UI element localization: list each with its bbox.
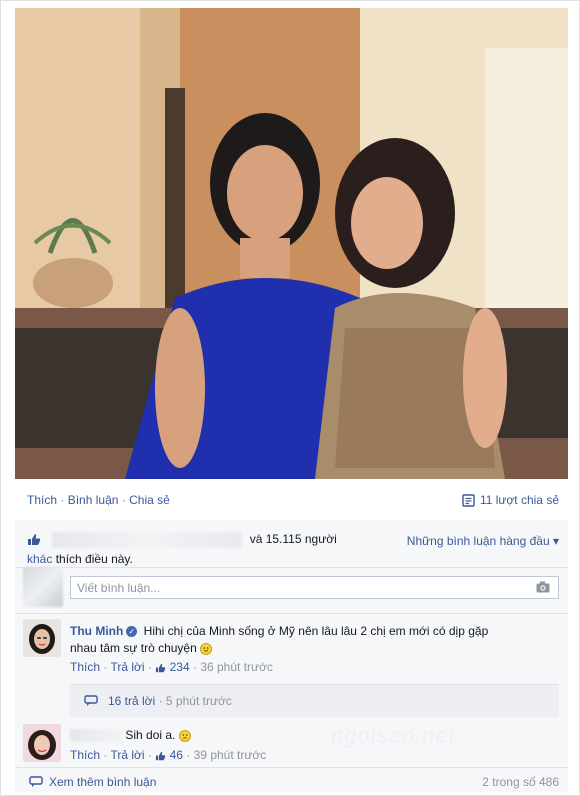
reply-arrow-icon [84, 695, 98, 706]
comment-author[interactable]: Thu Minh [70, 624, 123, 638]
commenter-avatar[interactable] [23, 724, 61, 762]
post-card: Thích · Bình luận · Chia sẻ 11 lượt chia… [0, 0, 580, 796]
camera-icon[interactable] [536, 581, 550, 593]
thumbs-up-icon [156, 663, 166, 673]
separator: · [186, 748, 191, 762]
others-link[interactable]: khác [27, 552, 52, 566]
separator: · [103, 748, 108, 762]
comment-bubble-icon [29, 776, 43, 787]
comment-meta: Thích · Trả lời · 46 · 39 phút trước [70, 747, 266, 764]
comment-count: 2 trong số 486 [482, 775, 559, 789]
separator: · [192, 660, 197, 674]
verified-badge-icon: ✓ [126, 626, 138, 638]
top-comments-label: Những bình luận hàng đầu [406, 534, 550, 548]
replies-bar[interactable]: 16 trả lời · 5 phút trước [70, 684, 559, 717]
caret-down-icon: ▾ [552, 534, 559, 548]
separator: · [103, 660, 108, 674]
likes-summary: và 15.115 người khác thích điều này. [27, 529, 357, 569]
comment-reply-link[interactable]: Trả lời [110, 660, 144, 674]
comment-likes-count[interactable]: 234 [170, 660, 190, 674]
post-actions: Thích · Bình luận · Chia sẻ [27, 493, 170, 507]
top-comments-dropdown[interactable]: Những bình luận hàng đầu ▾ [407, 534, 559, 548]
thumbs-up-icon [156, 751, 166, 761]
watermark: ngoisao.net [331, 723, 456, 748]
comment-like-link[interactable]: Thích [70, 660, 100, 674]
divider [15, 567, 568, 568]
view-more-label: Xem thêm bình luận [49, 775, 157, 789]
shares-label: 11 lượt chia sẻ [479, 493, 559, 507]
comment: Thu Minh ✓ Hihi chị của Minh sống ở Mỹ nê… [70, 623, 560, 657]
comment-text-line2: nhau tâm sự trò chuyện [70, 641, 197, 655]
divider [15, 767, 568, 768]
comment-time[interactable]: 39 phút trước [194, 748, 267, 762]
comment-link[interactable]: Bình luận [68, 493, 119, 507]
comment-meta: Thích · Trả lời · 234 · 36 phút trước [70, 659, 273, 676]
avatar-photo [23, 619, 61, 657]
share-link[interactable]: Chia sẻ [129, 493, 170, 507]
view-more-comments[interactable]: Xem thêm bình luận [29, 775, 156, 789]
comment: Sih doi a. [70, 727, 191, 744]
comment-time[interactable]: 36 phút trước [200, 660, 273, 674]
comment-reply-link[interactable]: Trả lời [110, 748, 144, 762]
comment-text-line1: Sih doi a. [125, 728, 176, 742]
separator: · [121, 493, 126, 507]
like-link[interactable]: Thích [27, 493, 57, 507]
share-icon [462, 493, 475, 507]
comment-author-redacted[interactable] [70, 729, 122, 743]
divider [15, 613, 568, 614]
separator: · [158, 694, 163, 708]
replies-count-link[interactable]: 16 trả lời [108, 694, 155, 708]
replies-time: 5 phút trước [165, 694, 232, 708]
separator: · [147, 748, 152, 762]
photo-illustration [15, 8, 568, 479]
sad-emoji-icon [178, 729, 191, 742]
likes-count-text: và 15.115 người [249, 532, 337, 546]
separator: · [60, 493, 65, 507]
thumbs-up-icon [28, 534, 41, 546]
comment-likes-count[interactable]: 46 [170, 748, 183, 762]
post-photo[interactable] [15, 8, 568, 479]
avatar-photo [23, 724, 61, 762]
comment-placeholder: Viết bình luận... [77, 581, 161, 595]
comment-input[interactable]: Viết bình luận... [70, 576, 559, 599]
separator: · [147, 660, 152, 674]
replies-text: 16 trả lời · 5 phút trước [108, 694, 232, 708]
commenter-avatar[interactable] [23, 619, 61, 657]
liker-names-redacted [52, 531, 243, 548]
comment-text-line1: Hihi chị của Minh sống ở Mỹ nên lâu lâu … [143, 624, 489, 638]
likes-tail-text: thích điều này. [55, 552, 133, 566]
smiley-emoji-icon [200, 642, 213, 655]
comment-like-link[interactable]: Thích [70, 748, 100, 762]
current-user-avatar[interactable] [23, 567, 63, 607]
shares-count[interactable]: 11 lượt chia sẻ [462, 493, 559, 507]
